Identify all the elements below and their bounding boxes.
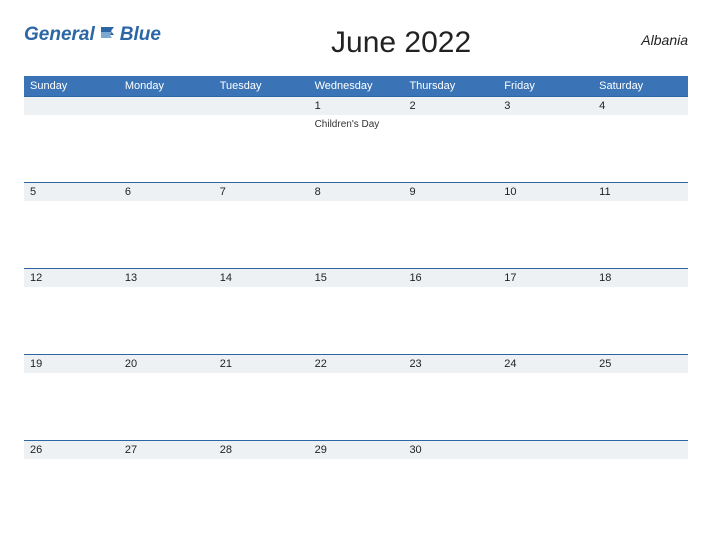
day-cell: 18: [593, 269, 688, 354]
day-cell: 3: [498, 97, 593, 182]
day-cell: [119, 97, 214, 182]
holiday-event: Children's Day: [315, 117, 398, 131]
day-cell: 6: [119, 183, 214, 268]
day-cell: 23: [403, 355, 498, 440]
weekday-header: Thursday: [403, 76, 498, 96]
day-cell: 26: [24, 441, 119, 526]
day-cell: 12: [24, 269, 119, 354]
day-cell: 13: [119, 269, 214, 354]
day-number: 9: [403, 183, 498, 201]
flag-icon: [100, 24, 118, 46]
logo-text-2: Blue: [120, 24, 161, 46]
day-number: 10: [498, 183, 593, 201]
day-cell: 4: [593, 97, 688, 182]
day-cell: 14: [214, 269, 309, 354]
day-cell: 5: [24, 183, 119, 268]
month-title: June 2022: [161, 26, 641, 60]
week-row: 2627282930: [24, 440, 688, 526]
day-number: 28: [214, 441, 309, 459]
day-number: 13: [119, 269, 214, 287]
day-number: 27: [119, 441, 214, 459]
day-number: 2: [403, 97, 498, 115]
day-number: 6: [119, 183, 214, 201]
weekday-header: Friday: [498, 76, 593, 96]
calendar-grid: Sunday Monday Tuesday Wednesday Thursday…: [24, 76, 688, 526]
day-number: 18: [593, 269, 688, 287]
day-number: 16: [403, 269, 498, 287]
day-number: [24, 97, 119, 115]
calendar-header: General Blue June 2022 Albania: [24, 22, 688, 60]
weekday-header-row: Sunday Monday Tuesday Wednesday Thursday…: [24, 76, 688, 96]
day-number: 8: [309, 183, 404, 201]
day-cell: 1 Children's Day: [309, 97, 404, 182]
day-cell: 7: [214, 183, 309, 268]
week-row: 12131415161718: [24, 268, 688, 354]
weekday-header: Saturday: [593, 76, 688, 96]
day-number: 25: [593, 355, 688, 373]
weekday-header: Sunday: [24, 76, 119, 96]
day-cell: 20: [119, 355, 214, 440]
day-number: 4: [593, 97, 688, 115]
day-number: 22: [309, 355, 404, 373]
day-number: 23: [403, 355, 498, 373]
day-cell: 19: [24, 355, 119, 440]
day-number: 29: [309, 441, 404, 459]
day-number: 7: [214, 183, 309, 201]
day-cell: 30: [403, 441, 498, 526]
day-number: 17: [498, 269, 593, 287]
day-cell: [214, 97, 309, 182]
day-number: 26: [24, 441, 119, 459]
day-cell: [498, 441, 593, 526]
day-number: [214, 97, 309, 115]
logo-text-1: General: [24, 24, 95, 46]
day-number: [498, 441, 593, 459]
day-number: 24: [498, 355, 593, 373]
weekday-header: Wednesday: [309, 76, 404, 96]
day-cell: 25: [593, 355, 688, 440]
day-number: 3: [498, 97, 593, 115]
day-cell: 2: [403, 97, 498, 182]
day-cell: 15: [309, 269, 404, 354]
weekday-header: Monday: [119, 76, 214, 96]
day-cell: 28: [214, 441, 309, 526]
day-cell: 17: [498, 269, 593, 354]
day-cell: 24: [498, 355, 593, 440]
day-number: 15: [309, 269, 404, 287]
day-number: [593, 441, 688, 459]
day-number: 12: [24, 269, 119, 287]
day-cell: 22: [309, 355, 404, 440]
day-cell: 9: [403, 183, 498, 268]
week-row: 1 Children's Day 234: [24, 96, 688, 182]
country-label: Albania: [641, 32, 688, 48]
day-number: 19: [24, 355, 119, 373]
week-row: 567891011: [24, 182, 688, 268]
day-number: 11: [593, 183, 688, 201]
brand-logo: General Blue: [24, 24, 161, 46]
day-number: 14: [214, 269, 309, 287]
day-number: [119, 97, 214, 115]
day-cell: 16: [403, 269, 498, 354]
day-cell: 11: [593, 183, 688, 268]
day-cell: [593, 441, 688, 526]
day-cell: 8: [309, 183, 404, 268]
week-row: 19202122232425: [24, 354, 688, 440]
day-cell: 29: [309, 441, 404, 526]
day-cell: 10: [498, 183, 593, 268]
day-number: 30: [403, 441, 498, 459]
day-number: 21: [214, 355, 309, 373]
weeks-container: 1Children's Day2345678910111213141516171…: [24, 96, 688, 526]
weekday-header: Tuesday: [214, 76, 309, 96]
day-cell: [24, 97, 119, 182]
day-number: 5: [24, 183, 119, 201]
day-cell: 21: [214, 355, 309, 440]
day-cell: 27: [119, 441, 214, 526]
day-number: 1: [309, 97, 404, 115]
day-number: 20: [119, 355, 214, 373]
